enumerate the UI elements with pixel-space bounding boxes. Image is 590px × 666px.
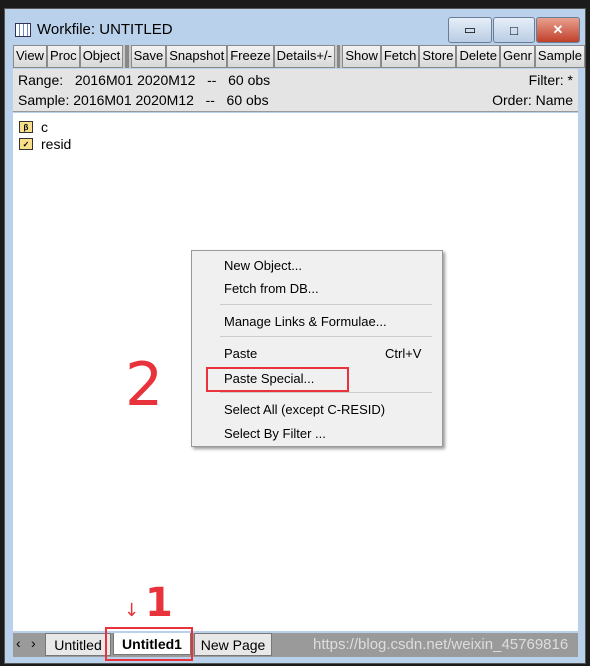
snapshot-button[interactable]: Snapshot bbox=[166, 45, 228, 68]
menu-item-fetch-from-db[interactable]: Fetch from DB... bbox=[224, 281, 319, 296]
annotation-number-one: 1 bbox=[145, 580, 173, 626]
toolbar: View Proc Object Save Snapshot Freeze De… bbox=[13, 45, 585, 68]
tab-scroll-left[interactable]: ‹ bbox=[16, 635, 21, 651]
annotation-arrow: ↓ bbox=[124, 600, 140, 621]
menu-item-new-object[interactable]: New Object... bbox=[224, 258, 302, 273]
store-button[interactable]: Store bbox=[419, 45, 457, 68]
object-name: c bbox=[41, 119, 48, 135]
save-button[interactable]: Save bbox=[130, 45, 167, 68]
object-item-resid[interactable]: ✓ resid bbox=[19, 136, 71, 152]
toolbar-separator bbox=[336, 45, 341, 68]
annotation-number-two: 2 bbox=[125, 350, 164, 420]
watermark: https://blog.csdn.net/weixin_45769816 bbox=[313, 636, 569, 653]
window-title: Workfile: UNTITLED bbox=[37, 21, 173, 38]
sample-button[interactable]: Sample bbox=[534, 45, 585, 68]
menu-item-paste[interactable]: Paste bbox=[224, 346, 257, 361]
object-button[interactable]: Object bbox=[79, 45, 124, 68]
menu-separator bbox=[220, 304, 432, 305]
annotation-box-paste-special bbox=[206, 367, 349, 392]
object-name: resid bbox=[41, 136, 72, 152]
close-button[interactable]: ✕ bbox=[536, 17, 580, 43]
coefficient-icon: β bbox=[19, 121, 33, 133]
menu-item-manage-links[interactable]: Manage Links & Formulae... bbox=[224, 314, 387, 329]
fetch-button[interactable]: Fetch bbox=[380, 45, 420, 68]
menu-item-select-by-filter[interactable]: Select By Filter ... bbox=[224, 426, 326, 441]
details-button[interactable]: Details+/- bbox=[273, 45, 335, 68]
context-menu: New Object... Fetch from DB... Manage Li… bbox=[191, 250, 443, 447]
title-bar: Workfile: UNTITLED bbox=[15, 21, 173, 38]
tab-new-page[interactable]: New Page bbox=[194, 633, 272, 656]
proc-button[interactable]: Proc bbox=[46, 45, 80, 68]
toolbar-separator bbox=[125, 45, 129, 68]
page-tabs: ‹ › Untitled Untitled1 New Page https://… bbox=[13, 633, 578, 657]
workfile-info: Range: 2016M01 2020M12 -- 60 obs Sample:… bbox=[13, 69, 578, 112]
delete-button[interactable]: Delete bbox=[456, 45, 501, 68]
menu-separator bbox=[220, 336, 432, 337]
annotation-box-tab bbox=[105, 627, 193, 661]
paste-shortcut: Ctrl+V bbox=[385, 346, 422, 361]
order-text[interactable]: Order: Name bbox=[492, 92, 573, 108]
view-button[interactable]: View bbox=[13, 45, 47, 68]
genr-button[interactable]: Genr bbox=[500, 45, 535, 68]
menu-separator bbox=[220, 392, 432, 393]
tab-untitled[interactable]: Untitled bbox=[45, 633, 111, 656]
maximize-button[interactable]: □ bbox=[493, 17, 535, 43]
tab-scroll-right[interactable]: › bbox=[31, 635, 36, 651]
show-button[interactable]: Show bbox=[342, 45, 381, 68]
filter-text[interactable]: Filter: * bbox=[529, 72, 573, 88]
sample-text: Sample: 2016M01 2020M12 -- 60 obs bbox=[18, 92, 269, 108]
minimize-button[interactable]: ▭ bbox=[448, 17, 492, 43]
menu-item-select-all[interactable]: Select All (except C-RESID) bbox=[224, 402, 385, 417]
object-item-c[interactable]: βc bbox=[19, 119, 48, 135]
series-icon: ✓ bbox=[19, 138, 33, 150]
freeze-button[interactable]: Freeze bbox=[227, 45, 274, 68]
workfile-icon bbox=[15, 22, 31, 37]
range-text: Range: 2016M01 2020M12 -- 60 obs bbox=[18, 72, 271, 88]
